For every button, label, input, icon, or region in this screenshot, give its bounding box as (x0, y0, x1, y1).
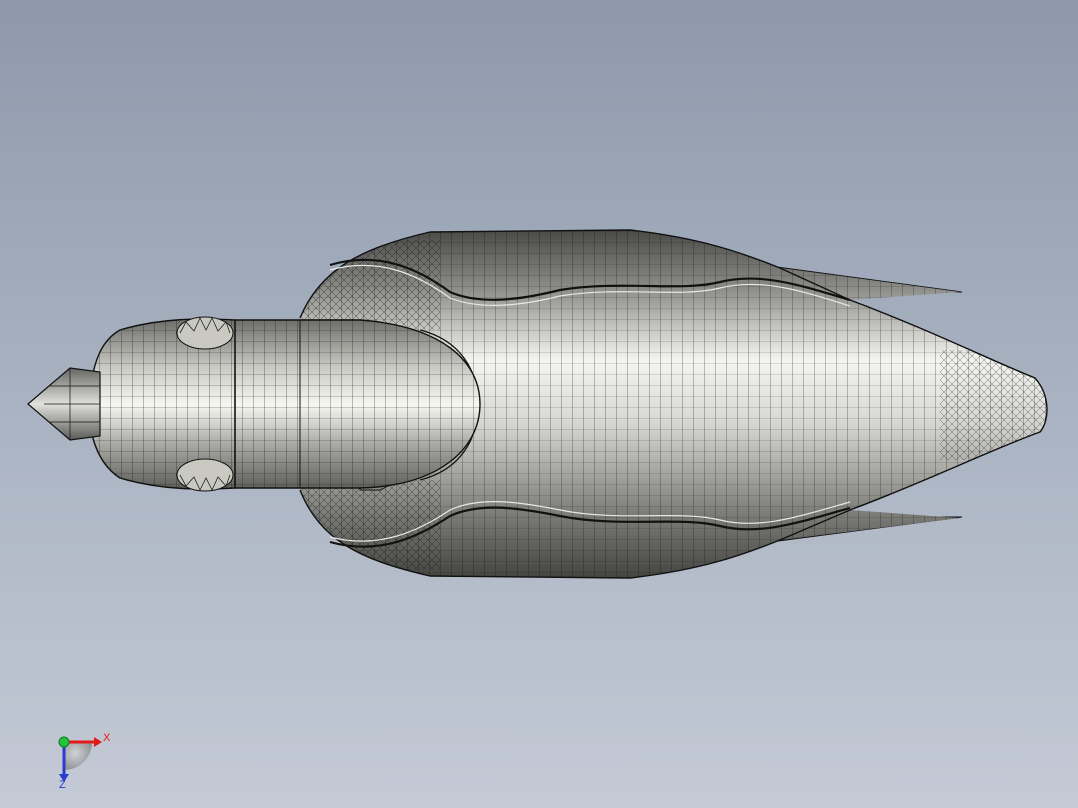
y-axis-icon (58, 736, 70, 748)
front-capsule (88, 319, 481, 489)
graphics-viewport[interactable]: X Z (0, 0, 1078, 808)
lower-port (176, 458, 234, 492)
x-axis-label: X (103, 732, 111, 744)
z-axis-label: Z (59, 779, 66, 791)
rocket-model[interactable] (0, 0, 1078, 808)
upper-port (176, 316, 234, 350)
view-triad: X Z (40, 722, 130, 802)
